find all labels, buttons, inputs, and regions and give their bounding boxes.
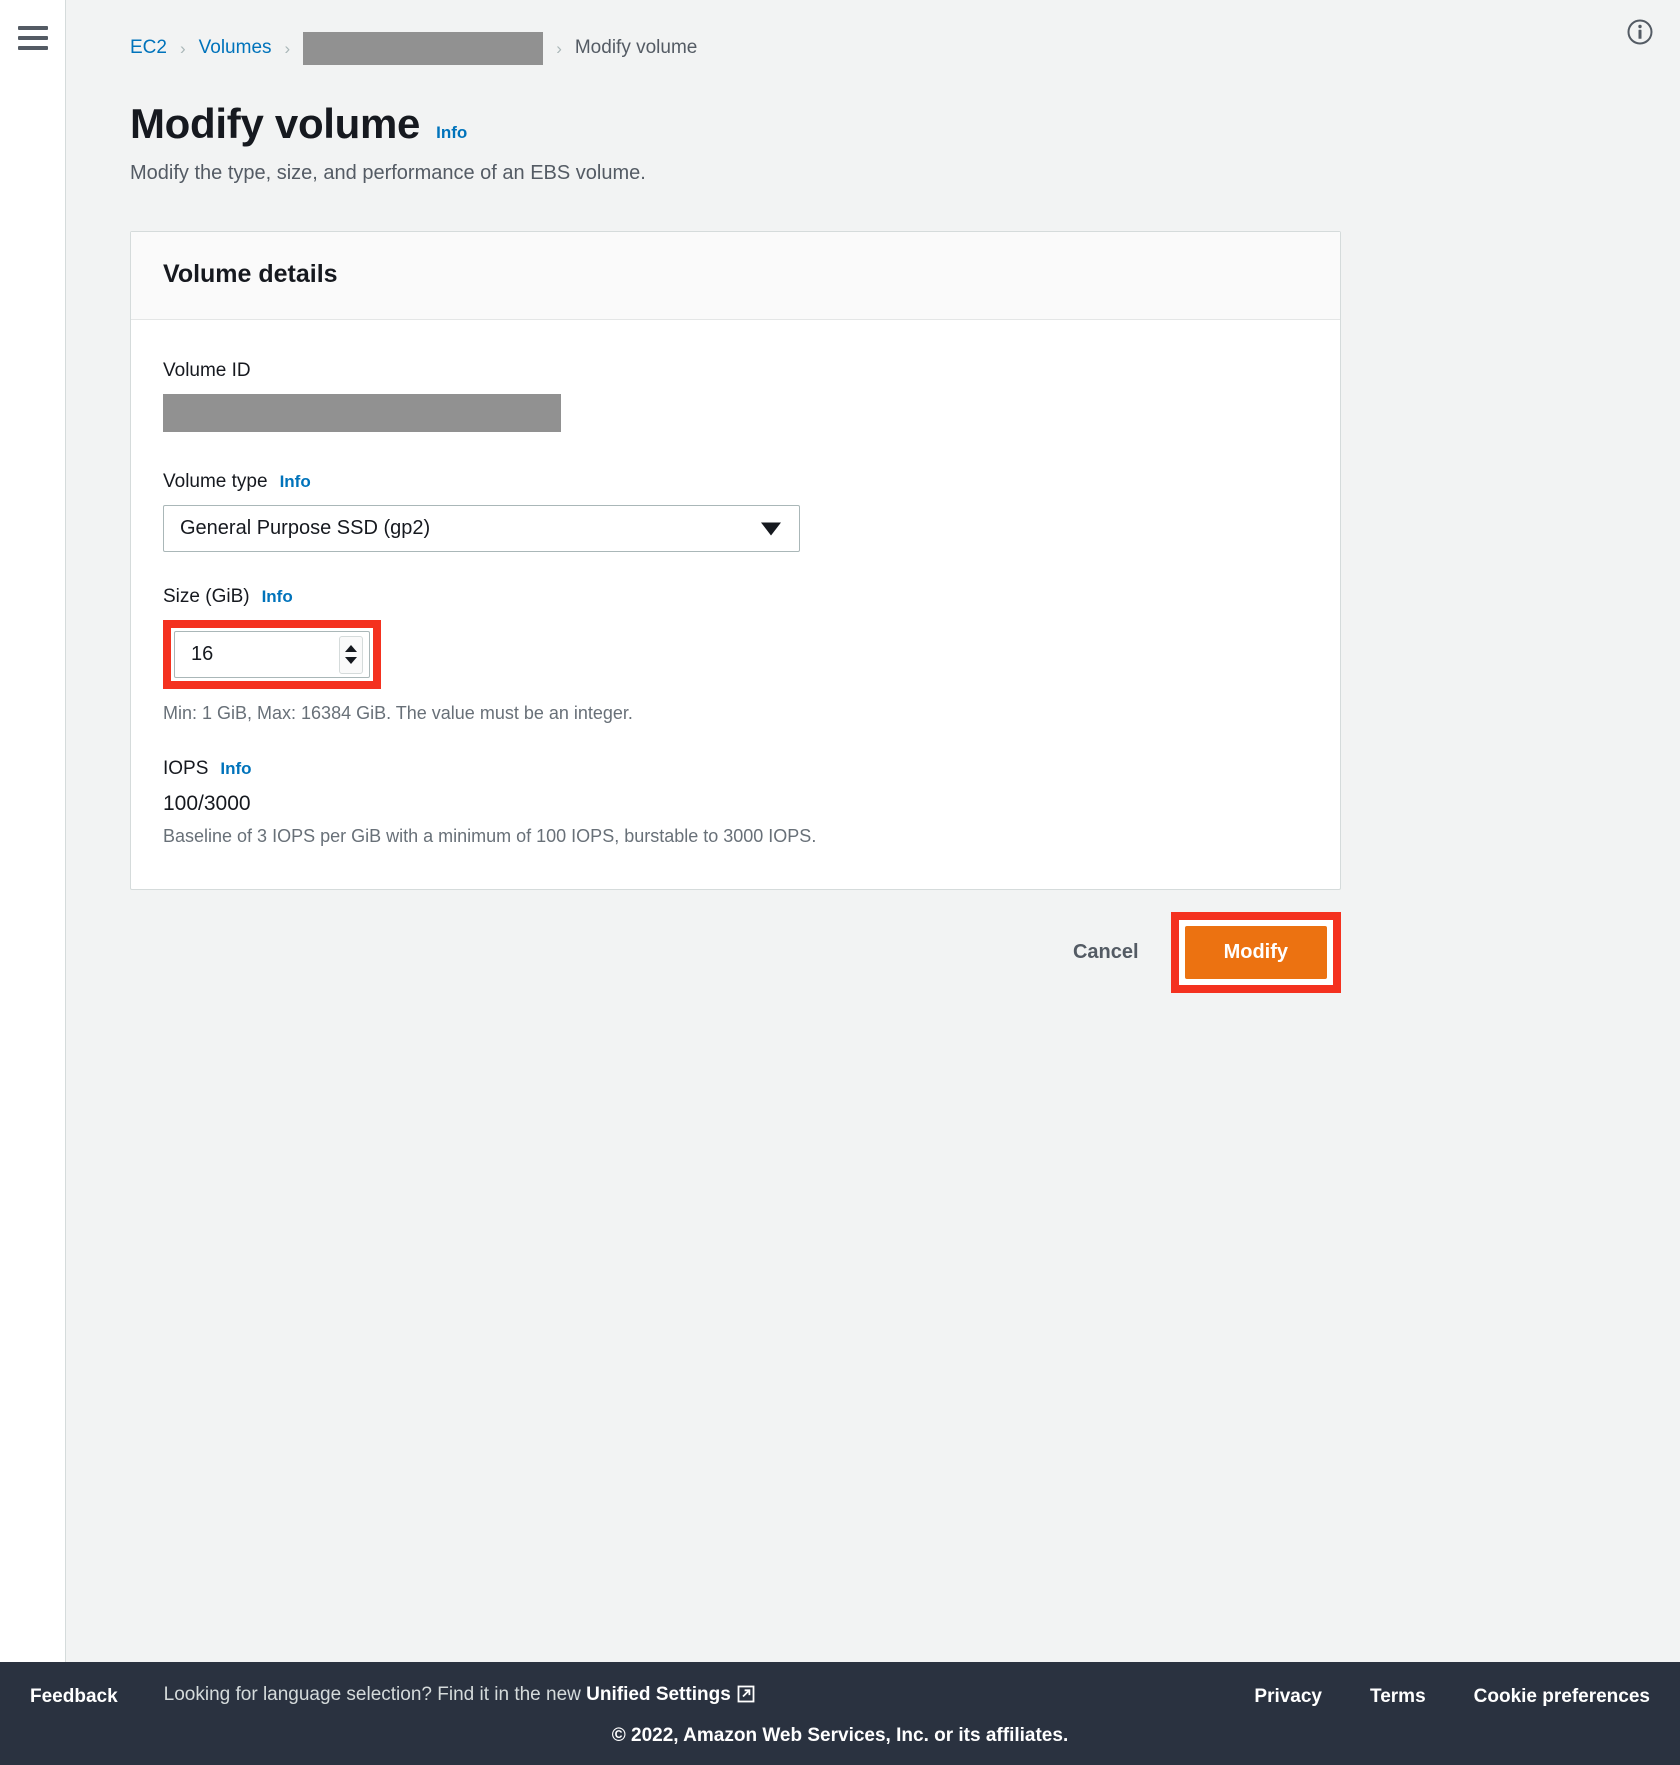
breadcrumb-item-ec2[interactable]: EC2 (130, 37, 167, 59)
volume-type-label: Volume type (163, 471, 268, 492)
volume-type-info-link[interactable]: Info (280, 472, 311, 492)
footer-links-row: Feedback Looking for language selection?… (30, 1684, 1650, 1709)
page-title: Modify volume (130, 100, 421, 147)
card-title: Volume details (163, 260, 338, 288)
terms-link[interactable]: Terms (1370, 1686, 1426, 1708)
size-input-value: 16 (191, 643, 214, 665)
size-info-link[interactable]: Info (262, 587, 293, 607)
volume-id-label-row: Volume ID (163, 360, 1308, 382)
hamburger-bar (17, 36, 48, 40)
chevron-down-icon (761, 522, 781, 535)
field-iops: IOPS Info 100/3000 Baseline of 3 IOPS pe… (163, 758, 1308, 847)
field-volume-id: Volume ID (163, 360, 1308, 437)
breadcrumb-item-volumes[interactable]: Volumes (199, 37, 272, 59)
iops-help-text: Baseline of 3 IOPS per GiB with a minimu… (163, 826, 817, 846)
content-inner: EC2 › Volumes › › Modify volume Modify v… (66, 0, 1680, 993)
breadcrumb-item-volume-id-redacted[interactable] (303, 31, 544, 65)
breadcrumb-separator: › (556, 38, 562, 58)
page-body: EC2 › Volumes › › Modify volume Modify v… (0, 0, 1680, 1662)
chevron-up-icon[interactable] (345, 645, 357, 652)
chevron-down-icon[interactable] (345, 657, 357, 664)
iops-label: IOPS (163, 758, 209, 779)
size-stepper[interactable] (339, 635, 363, 674)
cookie-preferences-link[interactable]: Cookie preferences (1474, 1686, 1650, 1708)
cancel-button[interactable]: Cancel (1049, 927, 1163, 978)
volume-type-selected-value: General Purpose SSD (gp2) (180, 517, 431, 539)
size-label: Size (GiB) (163, 586, 250, 607)
modify-button-annotation-highlight: Modify (1170, 912, 1341, 993)
size-help-text: Min: 1 GiB, Max: 16384 GiB. The value mu… (163, 703, 633, 723)
hamburger-bar (17, 46, 48, 50)
volume-type-label-row: Volume type Info (163, 471, 1308, 493)
left-sidebar-rail (0, 0, 66, 1662)
size-label-row: Size (GiB) Info (163, 586, 1308, 608)
footer-left-group: Feedback Looking for language selection?… (30, 1684, 755, 1709)
page-description: Modify the type, size, and performance o… (130, 162, 646, 184)
form-actions: Cancel Modify (130, 912, 1341, 993)
modify-volume-page: EC2 › Volumes › › Modify volume Modify v… (0, 0, 1680, 1765)
hamburger-bar (17, 26, 48, 30)
page-header: Modify volume Info (130, 100, 1680, 148)
feedback-link[interactable]: Feedback (30, 1686, 118, 1708)
footer-right-group: Privacy Terms Cookie preferences (1254, 1686, 1650, 1708)
volume-id-value-redacted (163, 394, 561, 432)
card-header: Volume details (131, 232, 1340, 320)
privacy-link[interactable]: Privacy (1254, 1686, 1322, 1708)
iops-value: 100/3000 (163, 792, 251, 815)
breadcrumb-separator: › (179, 38, 186, 58)
breadcrumb: EC2 › Volumes › › Modify volume (130, 31, 1680, 65)
copyright-text: © 2022, Amazon Web Services, Inc. or its… (611, 1725, 1069, 1746)
unified-settings-link[interactable]: Unified Settings (586, 1684, 731, 1705)
breadcrumb-separator: › (284, 38, 291, 58)
external-link-icon[interactable] (737, 1685, 755, 1709)
card-body: Volume ID Volume type Info General Purpo… (131, 320, 1340, 889)
iops-label-row: IOPS Info (163, 758, 1308, 780)
size-input[interactable]: 16 (174, 631, 370, 678)
field-volume-type: Volume type Info General Purpose SSD (gp… (163, 471, 1308, 552)
language-selection-note: Looking for language selection? Find it … (164, 1684, 755, 1709)
volume-id-label: Volume ID (163, 360, 251, 381)
volume-details-card: Volume details Volume ID Volume type Inf… (130, 231, 1341, 890)
info-circle-icon[interactable] (1626, 18, 1654, 46)
breadcrumb-item-current: Modify volume (574, 37, 698, 58)
iops-info-link[interactable]: Info (220, 759, 251, 779)
language-note-prefix: Looking for language selection? Find it … (163, 1684, 587, 1705)
volume-type-select[interactable]: General Purpose SSD (gp2) (163, 505, 800, 552)
page-footer: Feedback Looking for language selection?… (0, 1662, 1680, 1765)
hamburger-menu-icon[interactable] (17, 26, 48, 50)
field-size: Size (GiB) Info 16 Min: 1 GiB, Max: 1638… (163, 586, 1308, 724)
page-info-link[interactable]: Info (436, 123, 467, 143)
modify-button[interactable]: Modify (1184, 926, 1327, 979)
size-input-annotation-highlight: 16 (163, 620, 381, 689)
main-content: EC2 › Volumes › › Modify volume Modify v… (66, 0, 1680, 1662)
